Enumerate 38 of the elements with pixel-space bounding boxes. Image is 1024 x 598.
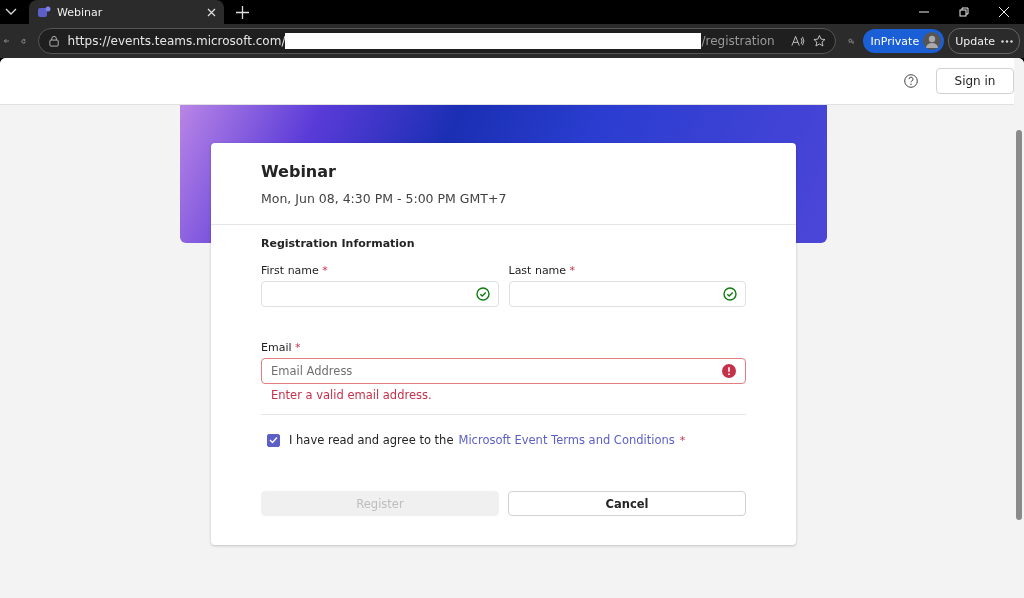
error-message: Enter a valid email address.	[271, 388, 433, 402]
browser-tab[interactable]: Webinar	[29, 0, 224, 24]
text-input-field[interactable]	[261, 281, 499, 307]
read-aloud-icon[interactable]	[790, 35, 805, 47]
more-icon	[1001, 39, 1013, 43]
inprivate-button[interactable]: InPrivate	[862, 29, 945, 53]
restore-icon[interactable]	[959, 7, 969, 17]
event-title: Webinar	[261, 162, 337, 181]
terms-link[interactable]: Microsoft Event Terms and Conditions	[458, 433, 675, 447]
event-time: Mon, Jun 08, 4:30 PM - 5:00 PM GMT+7	[261, 191, 508, 206]
app-logo-icon	[37, 5, 51, 19]
avatar-icon	[923, 32, 942, 50]
required-asterisk: *	[295, 341, 301, 354]
field-label: Last name	[508, 264, 567, 277]
required-asterisk: *	[322, 264, 328, 277]
url-text: /registration	[701, 34, 775, 48]
close-icon[interactable]	[207, 7, 216, 17]
field-label: First name	[261, 264, 319, 277]
email-input-field[interactable]: Email Address	[261, 358, 746, 384]
help-icon[interactable]	[904, 74, 918, 88]
chevron-down-icon[interactable]	[5, 8, 17, 16]
close-icon[interactable]	[999, 7, 1009, 17]
plus-icon[interactable]	[236, 5, 249, 19]
cancel-button[interactable]: Cancel	[508, 491, 746, 516]
url-text: https://events.teams.microsoft.com/	[67, 34, 286, 48]
field-label: Email	[261, 341, 292, 354]
address-bar[interactable]: https://events.teams.microsoft.com/ /registration	[38, 28, 837, 54]
error-icon	[722, 364, 736, 378]
update-button[interactable]: Update	[948, 28, 1020, 54]
sign-in-button[interactable]: Sign in	[936, 68, 1014, 94]
agreement-text: I have read and agree to the	[289, 433, 454, 447]
agreement-checkbox[interactable]	[267, 433, 280, 447]
lock-icon	[49, 35, 60, 47]
required-asterisk: *	[569, 264, 576, 277]
text-input-field[interactable]	[508, 281, 746, 307]
star-icon[interactable]	[812, 34, 826, 48]
section-title: Registration Information	[261, 237, 416, 250]
required-asterisk: *	[679, 433, 686, 447]
